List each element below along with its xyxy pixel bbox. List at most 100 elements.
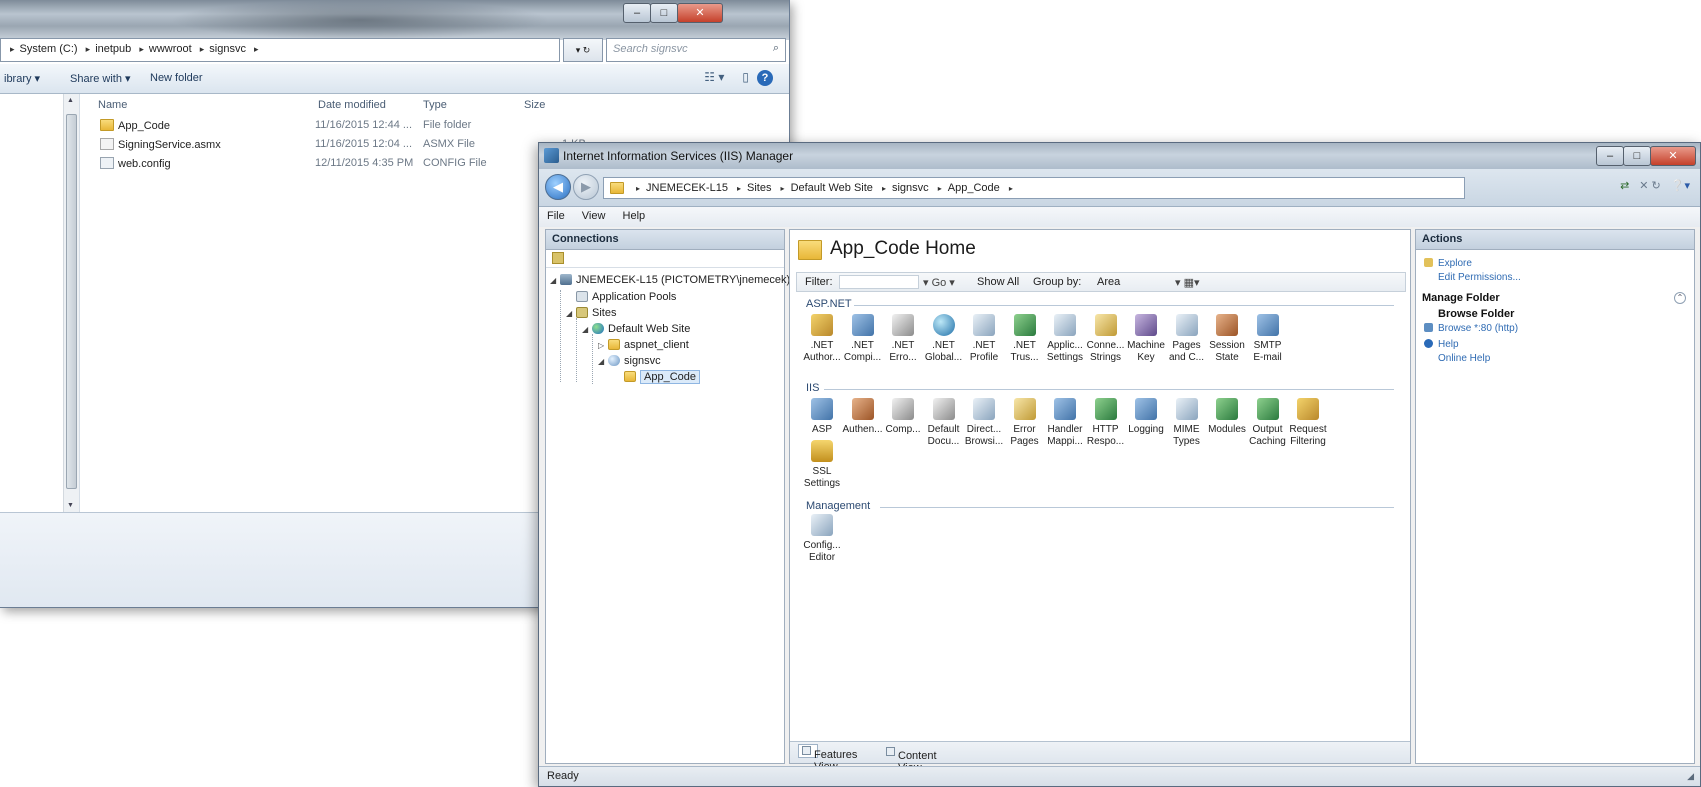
feature-item[interactable]: Default Docu...	[922, 398, 966, 448]
iis-breadcrumb[interactable]: ▸ JNEMECEK-L15 ▸ Sites ▸ Default Web Site ▸…	[603, 177, 1465, 199]
help-icon[interactable]: ❔▾	[1671, 179, 1690, 192]
feature-item[interactable]: Pages and C...	[1165, 314, 1209, 364]
column-date-modified[interactable]: Date modified	[318, 99, 386, 111]
tree-node-aspnet-client[interactable]: ▷ aspnet_client	[598, 339, 689, 351]
maximize-button[interactable]: □	[650, 3, 678, 23]
feature-item[interactable]: Modules	[1205, 398, 1249, 436]
tree-node-server[interactable]: ◢ JNEMECEK-L15 (PICTOMETRY\jnemecek)	[550, 274, 790, 286]
feature-item[interactable]: Handler Mappi...	[1043, 398, 1087, 448]
explorer-search-input[interactable]: Search signsvc ⌕	[606, 38, 786, 62]
feature-item[interactable]: Output Caching	[1246, 398, 1290, 448]
crumb-signsvc[interactable]: signsvc	[209, 43, 246, 55]
browse-icon	[1424, 323, 1433, 332]
feature-item[interactable]: Direct... Browsi...	[962, 398, 1006, 448]
go-icon[interactable]: ⇄	[1620, 179, 1629, 192]
browse-http-link[interactable]: Browse *:80 (http)	[1424, 323, 1518, 334]
view-select[interactable]: ▾ ▦▾	[1175, 276, 1200, 289]
column-type[interactable]: Type	[423, 99, 447, 111]
feature-item[interactable]: Config... Editor	[800, 514, 844, 564]
forward-button[interactable]: ▶	[573, 174, 599, 200]
menu-file[interactable]: File	[547, 210, 565, 222]
feature-item[interactable]: Logging	[1124, 398, 1168, 436]
filter-input[interactable]	[839, 275, 919, 289]
new-folder-button[interactable]: New folder	[150, 72, 203, 84]
feature-icon	[1175, 398, 1198, 420]
menu-help[interactable]: Help	[623, 210, 646, 222]
go-button[interactable]: ▾ Go ▾	[923, 276, 955, 289]
tree-node-signsvc[interactable]: ◢ signsvc	[598, 355, 661, 367]
tree-node-default-web-site[interactable]: ◢ Default Web Site	[582, 323, 690, 335]
feature-item[interactable]: SSL Settings	[800, 440, 844, 490]
feature-item[interactable]: Request Filtering	[1286, 398, 1330, 448]
feature-item[interactable]: HTTP Respo...	[1084, 398, 1128, 448]
feature-item[interactable]: Comp...	[881, 398, 925, 436]
feature-item[interactable]: Machine Key	[1124, 314, 1168, 364]
tree-node-application-pools[interactable]: Application Pools	[566, 291, 676, 303]
crumb-app-code[interactable]: App_Code	[948, 182, 1000, 194]
file-row[interactable]: App_Code 11/16/2015 12:44 ... File folde…	[100, 117, 780, 135]
feature-label: .NET Author...	[803, 340, 841, 363]
tree-node-sites[interactable]: ◢ Sites	[566, 307, 616, 319]
feature-item[interactable]: Authen...	[841, 398, 885, 436]
crumb-wwwroot[interactable]: wwwroot	[149, 43, 192, 55]
feature-item[interactable]: Applic... Settings	[1043, 314, 1087, 364]
feature-item[interactable]: .NET Global...	[922, 314, 966, 364]
feature-item[interactable]: Conne... Strings	[1084, 314, 1128, 364]
group-management[interactable]: Management	[806, 500, 870, 512]
address-refresh-button[interactable]: ▾ ↻	[563, 38, 603, 62]
crumb-sites[interactable]: Sites	[747, 182, 771, 194]
help-icon[interactable]: ?	[757, 70, 773, 86]
resize-grip-icon[interactable]: ◢	[1687, 771, 1694, 782]
include-in-library-button[interactable]: ibrary ▾	[4, 72, 40, 85]
group-iis[interactable]: IIS	[806, 382, 819, 394]
minimize-button[interactable]: –	[623, 3, 651, 23]
tab-features-view[interactable]: Features View	[798, 744, 857, 773]
minimize-button[interactable]: –	[1596, 146, 1624, 166]
tab-content-view[interactable]: Content View	[886, 746, 937, 774]
tree-node-app-code[interactable]: App_Code	[614, 370, 700, 384]
crumb-signsvc[interactable]: signsvc	[892, 182, 929, 194]
edit-permissions-link[interactable]: Edit Permissions...	[1438, 272, 1521, 283]
group-by-select[interactable]: Area	[1097, 276, 1120, 288]
close-button[interactable]: ✕	[1650, 146, 1696, 166]
feature-item[interactable]: .NET Trus...	[1003, 314, 1047, 364]
maximize-button[interactable]: □	[1623, 146, 1651, 166]
column-size[interactable]: Size	[524, 99, 545, 111]
navigation-scrollbar[interactable]: ▲ ▼	[63, 94, 79, 512]
crumb-drive[interactable]: System (C:)	[20, 43, 78, 55]
views-icon[interactable]: ☷ ▾	[704, 70, 724, 84]
share-with-button[interactable]: Share with ▾	[70, 72, 131, 85]
feature-item[interactable]: MIME Types	[1165, 398, 1209, 448]
feature-item[interactable]: SMTP E-mail	[1246, 314, 1290, 364]
crumb-inetpub[interactable]: inetpub	[95, 43, 131, 55]
feature-icon	[851, 398, 874, 420]
explore-link[interactable]: Explore	[1424, 258, 1472, 269]
feature-item[interactable]: .NET Profile	[962, 314, 1006, 364]
help-link[interactable]: Help	[1424, 339, 1459, 350]
feature-item[interactable]: .NET Erro...	[881, 314, 925, 364]
column-name[interactable]: Name	[98, 99, 127, 111]
folder-icon	[798, 240, 822, 260]
feature-item[interactable]: .NET Compi...	[841, 314, 885, 364]
stop-icon[interactable]: ✕ ↻	[1639, 179, 1661, 192]
feature-item[interactable]: .NET Author...	[800, 314, 844, 364]
collapse-icon[interactable]: ⌃	[1674, 292, 1686, 304]
scroll-thumb[interactable]	[66, 114, 77, 489]
explorer-address-bar[interactable]: ▸ System (C:) ▸ inetpub ▸ wwwroot ▸ signsvc …	[0, 38, 560, 62]
menu-view[interactable]: View	[582, 210, 606, 222]
scroll-up-icon[interactable]: ▲	[67, 97, 74, 104]
group-aspnet[interactable]: ASP.NET	[806, 298, 852, 310]
scroll-down-icon[interactable]: ▼	[67, 502, 74, 509]
crumb-default-web-site[interactable]: Default Web Site	[791, 182, 873, 194]
feature-item[interactable]: ASP	[800, 398, 844, 436]
close-button[interactable]: ✕	[677, 3, 723, 23]
show-all-button[interactable]: Show All	[977, 276, 1019, 288]
crumb-server[interactable]: JNEMECEK-L15	[646, 182, 728, 194]
feature-item[interactable]: Error Pages	[1003, 398, 1047, 448]
search-icon[interactable]: ⌕	[773, 42, 779, 55]
preview-pane-icon[interactable]: ▯	[742, 70, 749, 84]
online-help-link[interactable]: Online Help	[1438, 353, 1490, 364]
create-connection-icon[interactable]	[552, 252, 564, 264]
back-button[interactable]: ◀	[545, 174, 571, 200]
feature-item[interactable]: Session State	[1205, 314, 1249, 364]
